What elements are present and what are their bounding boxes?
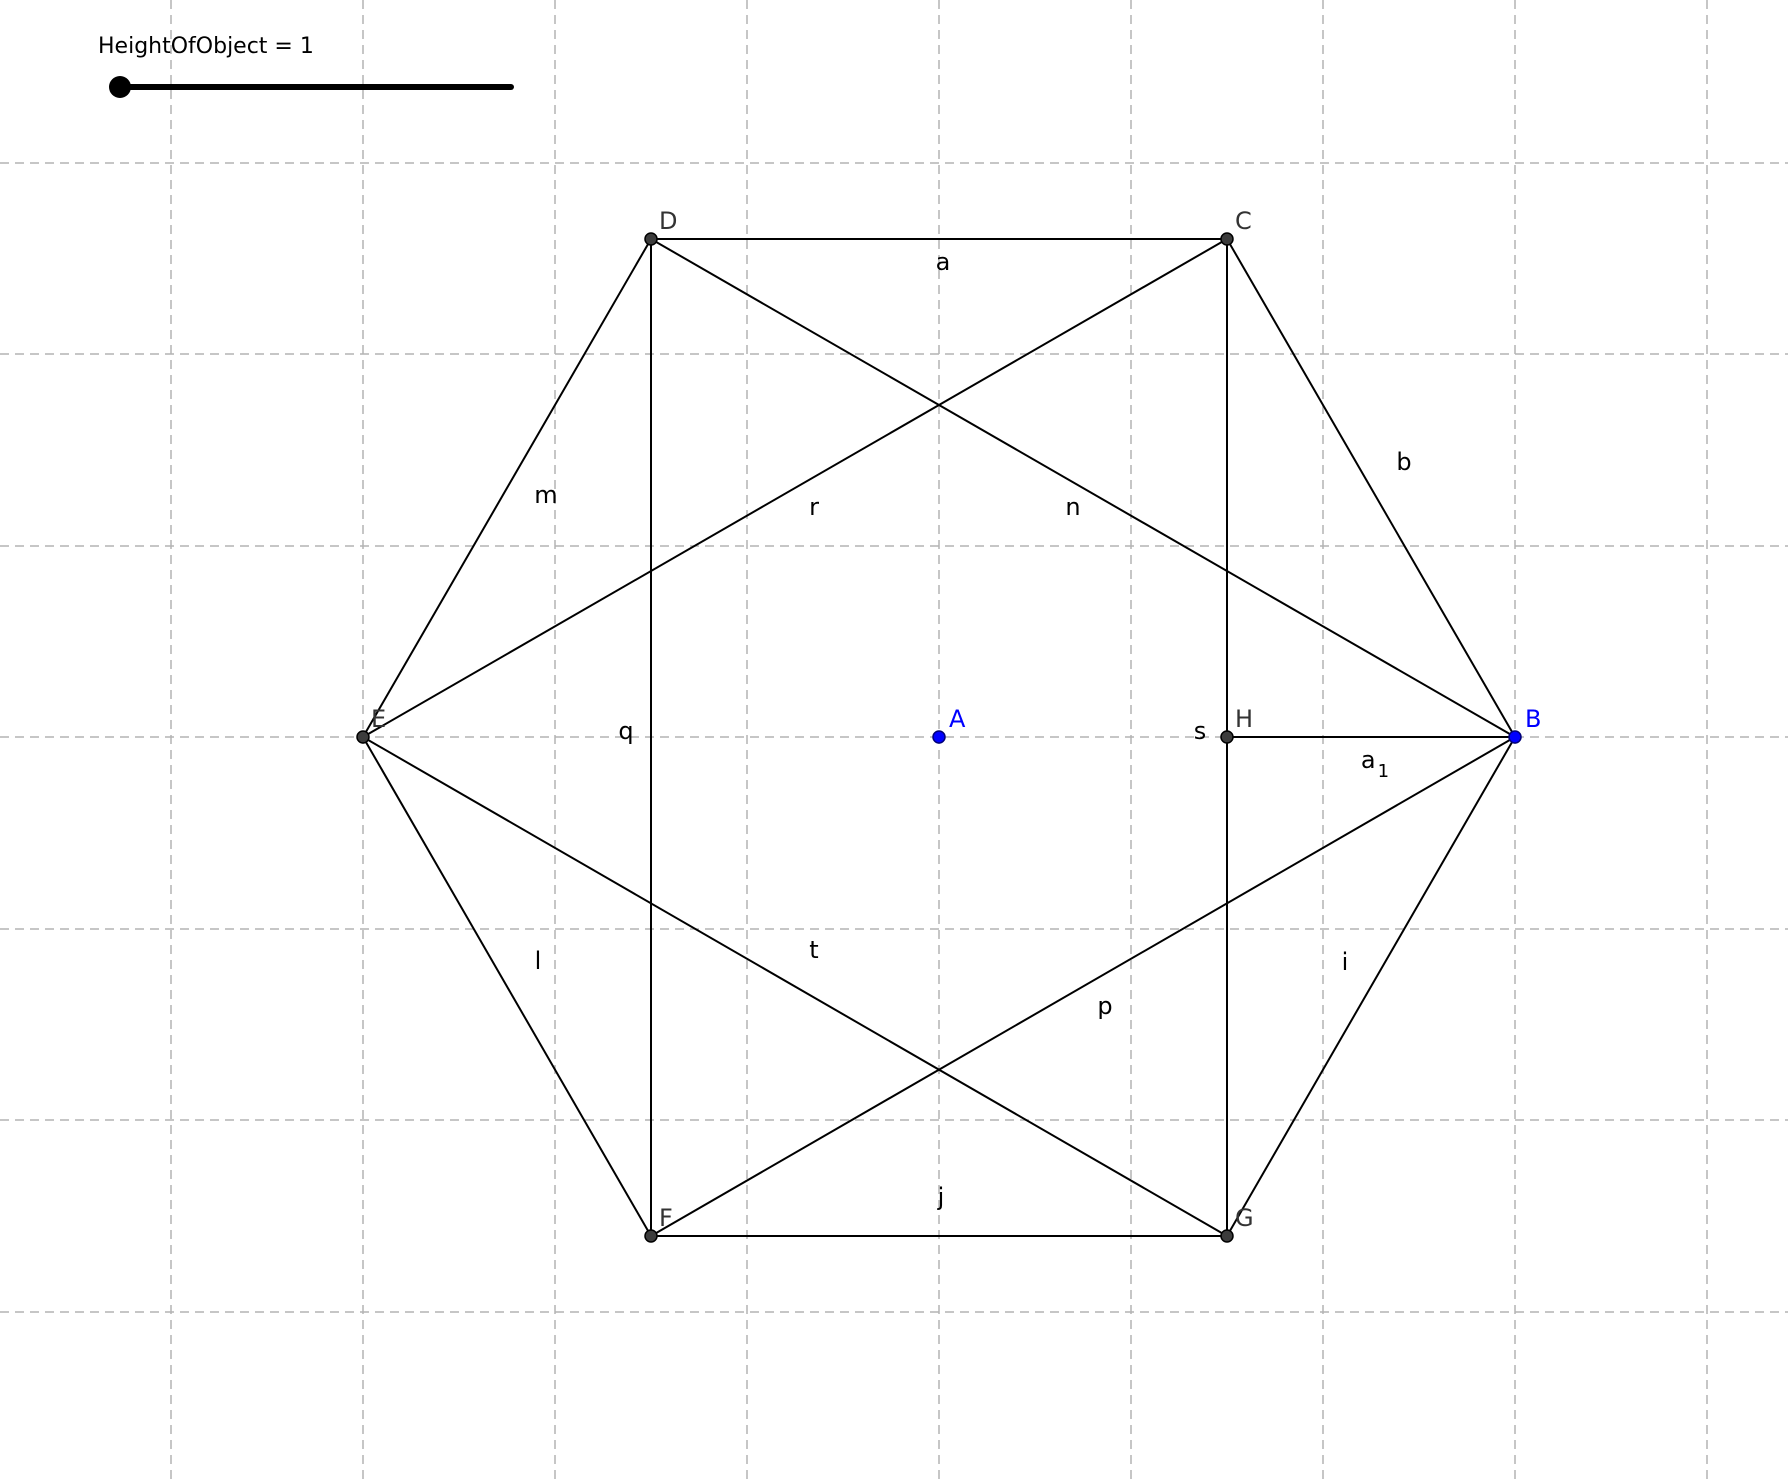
segment-label-b: b [1396,448,1411,476]
point-B[interactable] [1508,730,1522,744]
segment-i[interactable] [1226,736,1516,1237]
point-label-F: F [659,1204,673,1232]
segment-label-n: n [1065,493,1080,521]
segment-label-r: r [809,493,819,521]
segment-label-j: j [937,1183,945,1211]
point-label-C: C [1235,207,1252,235]
point-label-A: A [949,705,966,733]
slider-handle[interactable] [109,76,131,98]
point-H[interactable] [1220,730,1234,744]
height-slider: HeightOfObject = 1 [98,34,538,104]
point-label-H: H [1235,705,1253,733]
point-label-E: E [371,705,386,733]
point-G[interactable] [1220,1229,1234,1243]
segment-label-s: s [1194,717,1207,745]
point-label-G: G [1235,1204,1254,1232]
point-F[interactable] [644,1229,658,1243]
segment-t[interactable] [362,736,1228,1237]
segment-label-q: q [618,717,633,745]
segment-l[interactable] [362,736,652,1237]
point-D[interactable] [644,232,658,246]
segment-label-p: p [1097,992,1112,1020]
segment-label-a: a [936,248,951,276]
point-labels: A B C D E F G H [371,207,1541,1232]
point-C[interactable] [1220,232,1234,246]
slider-caption: HeightOfObject = 1 [98,34,314,59]
segment-label-i: i [1342,948,1349,976]
segment-label-t: t [809,936,818,964]
segment-b[interactable] [1226,238,1516,738]
segment-n[interactable] [650,238,1516,738]
segment-label-l: l [535,947,542,975]
geometry-canvas[interactable]: a b i j l m n r t p q s a 1 A B C D E F G H [0,0,1788,1480]
point-A[interactable] [932,730,946,744]
point-label-D: D [659,207,677,235]
slider-track[interactable] [109,76,514,98]
segment-m[interactable] [362,238,652,738]
segment-labels: a b i j l m n r t p q s a 1 [534,248,1411,1211]
segment-label-m: m [534,481,557,509]
point-label-B: B [1525,705,1541,733]
segment-label-a1: a1 [1361,746,1389,782]
segment-p[interactable] [650,736,1516,1237]
segment-r[interactable] [362,238,1228,738]
point-E[interactable] [356,730,370,744]
